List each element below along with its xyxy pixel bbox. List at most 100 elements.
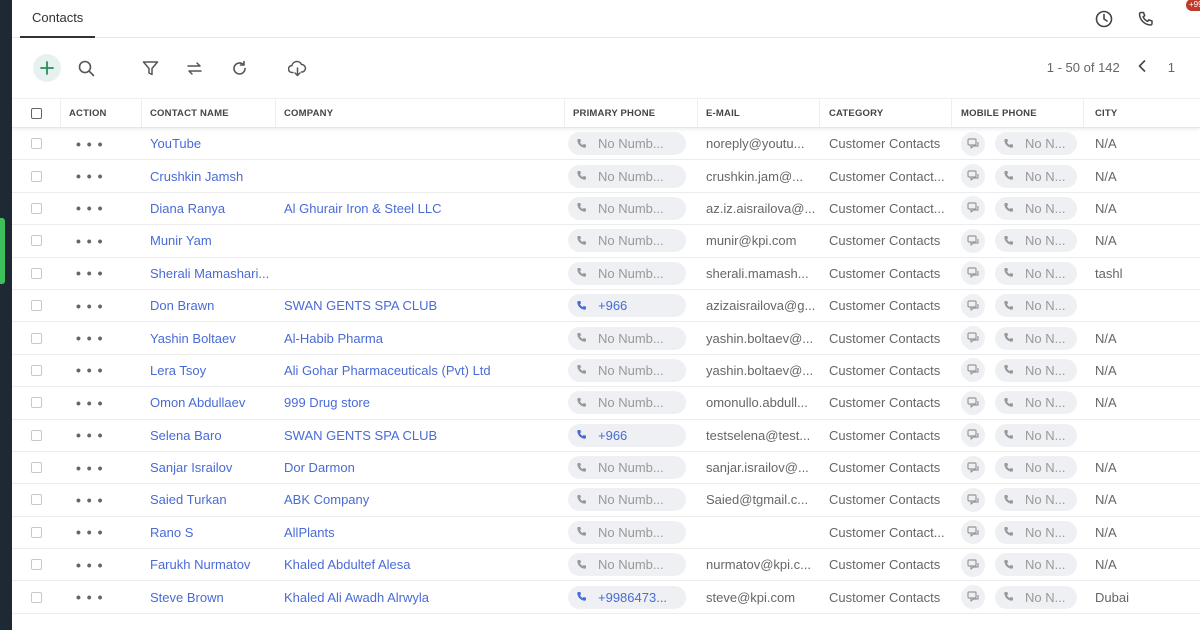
contact-name-link[interactable]: Saied Turkan (142, 484, 276, 515)
sms-button[interactable] (961, 261, 985, 286)
email-cell[interactable]: omonullo.abdull... (698, 387, 820, 418)
history-icon[interactable] (1092, 7, 1116, 31)
contact-name-link[interactable]: YouTube (142, 128, 276, 159)
row-checkbox[interactable] (12, 193, 61, 224)
primary-phone-pill[interactable]: No Numb... (568, 358, 686, 382)
email-cell[interactable]: sherali.mamash... (698, 258, 820, 289)
row-actions-menu[interactable]: • • • (69, 233, 103, 249)
col-company[interactable]: COMPANY (276, 99, 565, 127)
company-link[interactable]: SWAN GENTS SPA CLUB (276, 420, 565, 451)
sms-button[interactable] (961, 196, 985, 221)
row-checkbox[interactable] (12, 128, 61, 159)
email-cell[interactable] (698, 517, 820, 548)
sms-button[interactable] (961, 520, 985, 545)
primary-phone-pill[interactable]: +966 (568, 294, 686, 318)
col-action[interactable]: ACTION (61, 99, 142, 127)
row-actions-menu[interactable]: • • • (69, 168, 103, 184)
primary-phone-pill[interactable]: +9986473... (568, 585, 686, 609)
mobile-phone-pill[interactable]: No N... (995, 132, 1077, 156)
table-row[interactable]: • • • Yashin Boltaev Al-Habib Pharma No … (12, 322, 1200, 355)
add-contact-button[interactable] (33, 54, 61, 82)
table-row[interactable]: • • • Sanjar Israilov Dor Darmon No Numb… (12, 452, 1200, 485)
notifications-icon[interactable]: +99 (1176, 0, 1200, 31)
contact-name-link[interactable]: Crushkin Jamsh (142, 160, 276, 191)
company-link[interactable]: Khaled Ali Awadh Alrwyla (276, 581, 565, 612)
sms-button[interactable] (961, 552, 985, 577)
primary-phone-pill[interactable]: No Numb... (568, 456, 686, 480)
search-button[interactable] (72, 54, 100, 82)
col-category[interactable]: CATEGORY (820, 99, 952, 127)
primary-phone-pill[interactable]: No Numb... (568, 196, 686, 220)
email-cell[interactable]: munir@kpi.com (698, 225, 820, 256)
mobile-phone-pill[interactable]: No N... (995, 261, 1077, 285)
prev-page-icon[interactable] (1138, 60, 1146, 75)
row-actions-menu[interactable]: • • • (69, 492, 103, 508)
table-row[interactable]: • • • Rano S AllPlants No Numb... Custom… (12, 517, 1200, 550)
table-row[interactable]: • • • Farukh Nurmatov Khaled Abdultef Al… (12, 549, 1200, 582)
sms-button[interactable] (961, 131, 985, 156)
contact-name-link[interactable]: Lera Tsoy (142, 355, 276, 386)
col-city[interactable]: CITY (1084, 99, 1200, 127)
tab-contacts[interactable]: Contacts (20, 0, 96, 38)
sms-button[interactable] (961, 455, 985, 480)
mobile-phone-pill[interactable]: No N... (995, 520, 1077, 544)
row-checkbox[interactable] (12, 420, 61, 451)
primary-phone-pill[interactable]: No Numb... (568, 164, 686, 188)
email-cell[interactable]: noreply@youtu... (698, 128, 820, 159)
primary-phone-pill[interactable]: No Numb... (568, 229, 686, 253)
contact-name-link[interactable]: Rano S (142, 517, 276, 548)
contact-name-link[interactable]: Don Brawn (142, 290, 276, 321)
email-cell[interactable]: sanjar.israilov@... (698, 452, 820, 483)
company-link[interactable]: 999 Drug store (276, 387, 565, 418)
primary-phone-pill[interactable]: No Numb... (568, 261, 686, 285)
company-link[interactable]: AllPlants (276, 517, 565, 548)
filter-button[interactable] (136, 54, 164, 82)
contact-name-link[interactable]: Selena Baro (142, 420, 276, 451)
table-row[interactable]: • • • Omon Abdullaev 999 Drug store No N… (12, 387, 1200, 420)
col-email[interactable]: E-MAIL (698, 99, 820, 127)
row-actions-menu[interactable]: • • • (69, 330, 103, 346)
table-row[interactable]: • • • Crushkin Jamsh No Numb... crushkin… (12, 160, 1200, 193)
email-cell[interactable]: azizaisrailova@g... (698, 290, 820, 321)
col-contact-name[interactable]: CONTACT NAME (142, 99, 276, 127)
primary-phone-pill[interactable]: No Numb... (568, 391, 686, 415)
mobile-phone-pill[interactable]: No N... (995, 326, 1077, 350)
col-mobile-phone[interactable]: MOBILE PHONE (952, 99, 1084, 127)
primary-phone-pill[interactable]: No Numb... (568, 132, 686, 156)
row-checkbox[interactable] (12, 160, 61, 191)
sms-button[interactable] (961, 423, 985, 448)
company-link[interactable] (276, 225, 565, 256)
mobile-phone-pill[interactable]: No N... (995, 294, 1077, 318)
row-actions-menu[interactable]: • • • (69, 460, 103, 476)
company-link[interactable] (276, 128, 565, 159)
row-actions-menu[interactable]: • • • (69, 557, 103, 573)
row-checkbox[interactable] (12, 225, 61, 256)
contact-name-link[interactable]: Yashin Boltaev (142, 322, 276, 353)
row-actions-menu[interactable]: • • • (69, 298, 103, 314)
row-checkbox[interactable] (12, 355, 61, 386)
mobile-phone-pill[interactable]: No N... (995, 229, 1077, 253)
email-cell[interactable]: nurmatov@kpi.c... (698, 549, 820, 580)
company-link[interactable]: Dor Darmon (276, 452, 565, 483)
table-row[interactable]: • • • Diana Ranya Al Ghurair Iron & Stee… (12, 193, 1200, 226)
sms-button[interactable] (961, 326, 985, 351)
sms-button[interactable] (961, 390, 985, 415)
table-row[interactable]: • • • Munir Yam No Numb... munir@kpi.com… (12, 225, 1200, 258)
email-cell[interactable]: yashin.boltaev@... (698, 322, 820, 353)
primary-phone-pill[interactable]: No Numb... (568, 553, 686, 577)
company-link[interactable]: Al-Habib Pharma (276, 322, 565, 353)
contact-name-link[interactable]: Farukh Nurmatov (142, 549, 276, 580)
sms-button[interactable] (961, 487, 985, 512)
email-cell[interactable]: Saied@tgmail.c... (698, 484, 820, 515)
contact-name-link[interactable]: Munir Yam (142, 225, 276, 256)
select-all-checkbox[interactable] (12, 99, 61, 127)
mobile-phone-pill[interactable]: No N... (995, 423, 1077, 447)
contact-name-link[interactable]: Sanjar Israilov (142, 452, 276, 483)
email-cell[interactable]: crushkin.jam@... (698, 160, 820, 191)
sms-button[interactable] (961, 293, 985, 318)
row-checkbox[interactable] (12, 258, 61, 289)
primary-phone-pill[interactable]: No Numb... (568, 326, 686, 350)
sms-button[interactable] (961, 228, 985, 253)
row-actions-menu[interactable]: • • • (69, 427, 103, 443)
row-checkbox[interactable] (12, 517, 61, 548)
